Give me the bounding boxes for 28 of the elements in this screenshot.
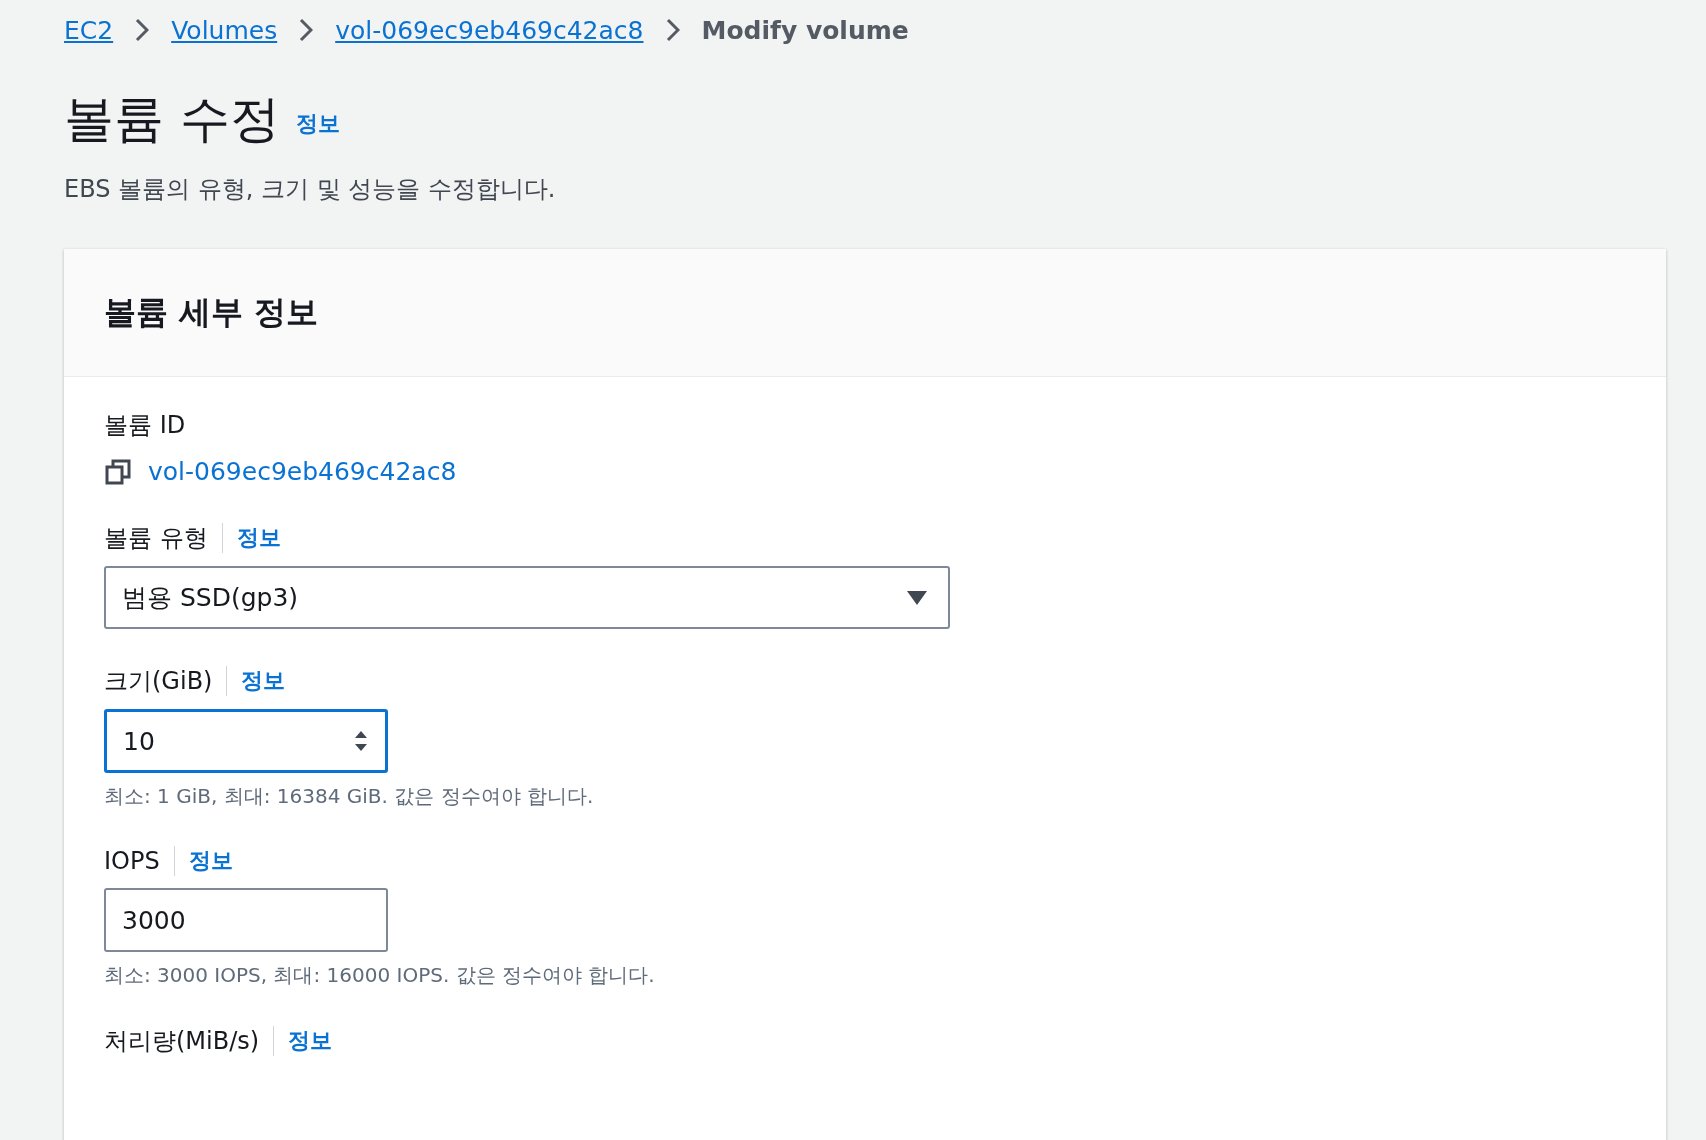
field-hint: 최소: 3000 IOPS, 최대: 16000 IOPS. 값은 정수여야 합니다. bbox=[104, 962, 656, 989]
copy-icon[interactable] bbox=[104, 457, 132, 486]
breadcrumb-link[interactable]: EC2 bbox=[64, 15, 114, 45]
info-link[interactable]: 정보 bbox=[226, 666, 286, 696]
breadcrumb-current: Modify volume bbox=[701, 15, 909, 45]
chevron-right-icon bbox=[135, 18, 150, 42]
breadcrumb-link[interactable]: Volumes bbox=[171, 15, 278, 45]
page-description: EBS 볼륨의 유형, 크기 및 성능을 수정합니다. bbox=[64, 174, 557, 205]
breadcrumb-link[interactable]: vol-069ec9eb469c42ac8 bbox=[335, 15, 644, 45]
input-field[interactable]: 10 bbox=[104, 709, 388, 773]
field-hint: 최소: 1 GiB, 최대: 16384 GiB. 값은 정수여야 합니다. bbox=[104, 783, 595, 810]
volume-id-link[interactable]: vol-069ec9eb469c42ac8 bbox=[148, 457, 457, 486]
caret-down-icon bbox=[906, 589, 928, 606]
chevron-right-icon bbox=[665, 18, 680, 42]
card-title: 볼륨 세부 정보 bbox=[104, 291, 319, 333]
volume-type-select[interactable]: 범용 SSD(gp3) bbox=[104, 566, 950, 629]
info-link[interactable]: 정보 bbox=[273, 1026, 333, 1056]
chevron-right-icon bbox=[299, 18, 314, 42]
field-label: 크기(GiB) bbox=[104, 666, 213, 697]
field-label: IOPS bbox=[104, 847, 160, 875]
page-title: 볼륨 수정 bbox=[64, 92, 280, 147]
field-label: 볼륨 ID bbox=[104, 410, 186, 441]
info-link[interactable]: 정보 bbox=[295, 109, 340, 147]
info-link[interactable]: 정보 bbox=[173, 846, 233, 876]
field-label: 볼륨 유형 bbox=[104, 523, 208, 554]
info-link[interactable]: 정보 bbox=[221, 523, 281, 553]
input-field[interactable]: 3000 bbox=[104, 888, 388, 952]
field-label: 처리량(MiB/s) bbox=[104, 1026, 260, 1057]
